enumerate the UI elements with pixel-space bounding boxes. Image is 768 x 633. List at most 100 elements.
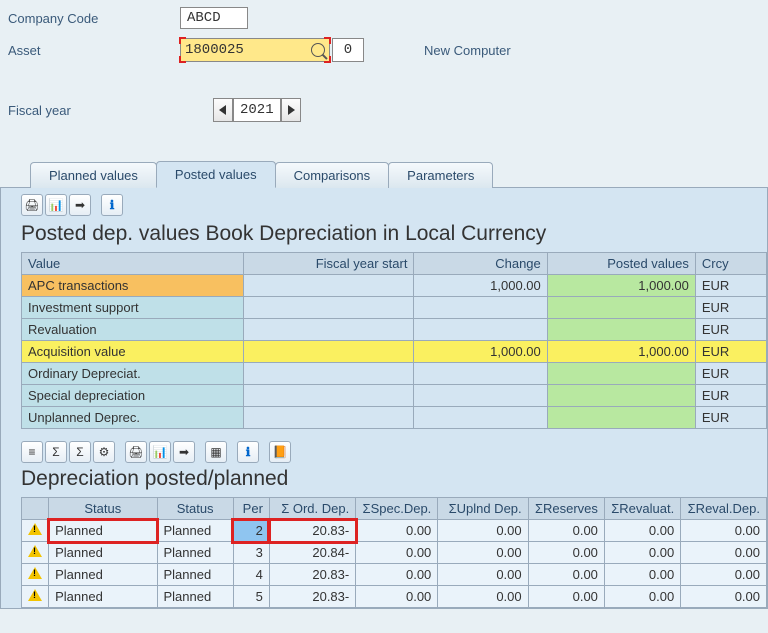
cell <box>414 407 547 429</box>
table-row[interactable]: RevaluationEUR <box>22 319 767 341</box>
cell: 0.00 <box>438 564 528 586</box>
cell: 0.00 <box>528 542 604 564</box>
col-value[interactable]: Value <box>22 253 244 275</box>
cell <box>244 385 414 407</box>
cell: 0.00 <box>604 586 680 608</box>
col-status1[interactable]: Status <box>49 498 157 520</box>
tab-comparisons[interactable]: Comparisons <box>275 162 390 188</box>
col-upl[interactable]: ΣUplnd Dep. <box>438 498 528 520</box>
cell: 0.00 <box>356 564 438 586</box>
row-label: APC transactions <box>22 275 244 297</box>
table-row[interactable]: Acquisition value1,000.001,000.00EUR <box>22 341 767 363</box>
cell: EUR <box>695 319 766 341</box>
cell <box>547 407 695 429</box>
table-row[interactable]: Ordinary Depreciat.EUR <box>22 363 767 385</box>
cell: 1,000.00 <box>547 275 695 297</box>
cell: 3 <box>233 542 269 564</box>
cell: 0.00 <box>356 586 438 608</box>
col-change[interactable]: Change <box>414 253 547 275</box>
posted-values-panel: 🖨 📊 ➡ ℹ Posted dep. values Book Deprecia… <box>0 188 768 609</box>
col-posted[interactable]: Posted values <box>547 253 695 275</box>
cell: 2 <box>233 520 269 542</box>
filter-button[interactable]: ⚙ <box>93 441 115 463</box>
row-label: Special depreciation <box>22 385 244 407</box>
cell <box>414 297 547 319</box>
cell: 0.00 <box>681 520 767 542</box>
cell: EUR <box>695 407 766 429</box>
company-code-input[interactable]: ABCD <box>180 7 248 29</box>
col-res[interactable]: ΣReserves <box>528 498 604 520</box>
tab-parameters[interactable]: Parameters <box>388 162 493 188</box>
col-status2[interactable]: Status <box>157 498 233 520</box>
cell: 4 <box>233 564 269 586</box>
cell <box>547 319 695 341</box>
cell: 20.83- <box>269 586 355 608</box>
cell: 0.00 <box>528 586 604 608</box>
sort-button[interactable]: ≡ <box>21 441 43 463</box>
cell: 0.00 <box>681 542 767 564</box>
asset-input[interactable]: 1800025 <box>180 38 330 62</box>
col-ord[interactable]: Σ Ord. Dep. <box>269 498 355 520</box>
col-status-icon[interactable] <box>22 498 49 520</box>
cell: Planned <box>157 564 233 586</box>
asset-description: New Computer <box>424 43 511 58</box>
table-row[interactable]: Investment supportEUR <box>22 297 767 319</box>
sum-button[interactable]: Σ <box>45 441 67 463</box>
cell: 0.00 <box>604 520 680 542</box>
send-button[interactable]: ➡ <box>69 194 91 216</box>
col-per[interactable]: Per <box>233 498 269 520</box>
cell: Planned <box>49 564 157 586</box>
col-fy-start[interactable]: Fiscal year start <box>244 253 414 275</box>
col-reval[interactable]: ΣRevaluat. <box>604 498 680 520</box>
tab-planned-values[interactable]: Planned values <box>30 162 157 188</box>
table-row[interactable]: Unplanned Deprec.EUR <box>22 407 767 429</box>
cell: 0.00 <box>528 564 604 586</box>
table-row[interactable]: Special depreciationEUR <box>22 385 767 407</box>
layout-button[interactable]: ▦ <box>205 441 227 463</box>
cell <box>414 363 547 385</box>
send2-button[interactable]: ➡ <box>173 441 195 463</box>
cell: 5 <box>233 586 269 608</box>
cell: 0.00 <box>681 586 767 608</box>
info-button[interactable]: ℹ <box>101 194 123 216</box>
subtotal-button[interactable]: Σ <box>69 441 91 463</box>
dep-plan-table: Status Status Per Σ Ord. Dep. ΣSpec.Dep.… <box>21 497 767 608</box>
export-button[interactable]: 📊 <box>45 194 67 216</box>
print2-button[interactable]: 🖨 <box>125 441 147 463</box>
cell: 0.00 <box>604 542 680 564</box>
table-row[interactable]: PlannedPlanned320.84-0.000.000.000.000.0… <box>22 542 767 564</box>
cell <box>244 341 414 363</box>
warning-icon <box>28 523 42 535</box>
year-prev-button[interactable] <box>213 98 233 122</box>
col-revdep[interactable]: ΣReval.Dep. <box>681 498 767 520</box>
col-crcy[interactable]: Crcy <box>695 253 766 275</box>
cell: 0.00 <box>681 564 767 586</box>
status-icon-cell <box>22 542 49 564</box>
table-row[interactable]: PlannedPlanned420.83-0.000.000.000.000.0… <box>22 564 767 586</box>
row-label: Investment support <box>22 297 244 319</box>
tab-posted-values[interactable]: Posted values <box>156 161 276 188</box>
row-label: Ordinary Depreciat. <box>22 363 244 385</box>
cell: EUR <box>695 275 766 297</box>
doc-button[interactable]: 📙 <box>269 441 291 463</box>
dep-plan-toolbar: ≡ Σ Σ ⚙ 🖨 📊 ➡ ▦ ℹ 📙 <box>1 435 767 465</box>
table-row[interactable]: APC transactions1,000.001,000.00EUR <box>22 275 767 297</box>
status-icon-cell <box>22 586 49 608</box>
warning-icon <box>28 589 42 601</box>
posted-values-title: Posted dep. values Book Depreciation in … <box>1 220 767 252</box>
cell <box>244 363 414 385</box>
col-spec[interactable]: ΣSpec.Dep. <box>356 498 438 520</box>
year-next-button[interactable] <box>281 98 301 122</box>
asset-subnumber-input[interactable]: 0 <box>332 38 364 62</box>
cell: 1,000.00 <box>547 341 695 363</box>
export2-button[interactable]: 📊 <box>149 441 171 463</box>
table-row[interactable]: PlannedPlanned520.83-0.000.000.000.000.0… <box>22 586 767 608</box>
fiscal-year-input[interactable]: 2021 <box>233 98 281 122</box>
table-row[interactable]: PlannedPlanned220.83-0.000.000.000.000.0… <box>22 520 767 542</box>
cell: 20.84- <box>269 542 355 564</box>
info2-button[interactable]: ℹ <box>237 441 259 463</box>
search-icon[interactable] <box>311 43 325 57</box>
cell: 20.83- <box>269 520 355 542</box>
print-button[interactable]: 🖨 <box>21 194 43 216</box>
cell: Planned <box>49 586 157 608</box>
